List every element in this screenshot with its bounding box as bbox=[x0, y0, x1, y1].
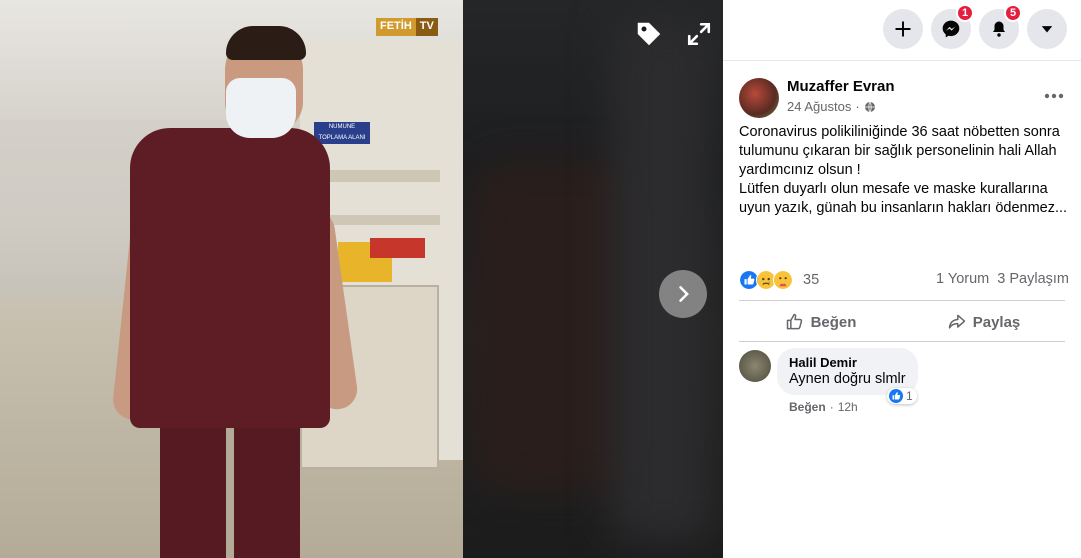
post-text-line: Lütfen duyarlı olun mesafe ve maske kura… bbox=[739, 181, 1068, 216]
comment-item: Halil Demir Aynen doğru slmlr 1 Beğen · … bbox=[739, 348, 1069, 418]
post-actions: Beğen Paylaş bbox=[739, 303, 1065, 341]
post-date[interactable]: 24 Ağustos bbox=[787, 99, 851, 114]
author-avatar[interactable] bbox=[739, 78, 779, 118]
account-menu-button[interactable] bbox=[1027, 9, 1067, 49]
comment-like-button[interactable]: Beğen bbox=[789, 400, 826, 414]
comment-time[interactable]: 12h bbox=[838, 400, 858, 414]
reactions-summary: 35 1 Yorum 3 Paylaşım bbox=[739, 268, 1069, 292]
commenter-name[interactable]: Halil Demir bbox=[789, 355, 906, 370]
reaction-count[interactable]: 35 bbox=[803, 272, 819, 288]
reaction-icons[interactable] bbox=[739, 270, 793, 290]
next-photo-button[interactable] bbox=[659, 270, 707, 318]
care-reaction-icon bbox=[773, 270, 793, 290]
globe-icon bbox=[864, 101, 875, 112]
comment-like-count: 1 bbox=[906, 389, 913, 403]
create-button[interactable] bbox=[883, 9, 923, 49]
author-name[interactable]: Muzaffer Evran bbox=[787, 78, 895, 95]
top-bar: 1 5 bbox=[723, 0, 1081, 61]
post-text: Coronavirus polikiliniğinde 36 saat nöbe… bbox=[739, 123, 1069, 218]
notifications-button[interactable]: 5 bbox=[979, 4, 1022, 49]
post-panel: 1 5 Muzaffer Evran 24 Ağustos · Coronavi… bbox=[723, 0, 1081, 558]
divider bbox=[739, 300, 1065, 301]
thumbs-up-icon bbox=[786, 313, 802, 330]
wall-sign: NUMUNE TOPLAMA ALANI bbox=[314, 122, 370, 144]
photo-viewer: NUMUNE TOPLAMA ALANI FETİH TV bbox=[0, 0, 723, 558]
bell-icon bbox=[993, 21, 1005, 37]
like-reaction-icon bbox=[889, 389, 903, 403]
expand-icon[interactable] bbox=[683, 18, 715, 50]
comment-text: Aynen doğru slmlr bbox=[789, 371, 906, 387]
messenger-icon bbox=[942, 20, 960, 38]
post-header: Muzaffer Evran 24 Ağustos · bbox=[739, 76, 1069, 120]
tag-icon[interactable] bbox=[633, 18, 665, 50]
commenter-avatar[interactable] bbox=[739, 350, 771, 382]
share-button[interactable]: Paylaş bbox=[902, 303, 1065, 341]
caret-down-icon bbox=[1041, 26, 1053, 33]
more-options-button[interactable] bbox=[1039, 84, 1069, 108]
messenger-badge: 1 bbox=[956, 4, 974, 22]
chevron-right-icon bbox=[679, 286, 689, 302]
post-photo[interactable]: NUMUNE TOPLAMA ALANI FETİH TV bbox=[0, 0, 463, 558]
divider bbox=[739, 341, 1065, 342]
plus-icon bbox=[895, 21, 911, 37]
comment-reaction-badge[interactable]: 1 bbox=[887, 388, 917, 404]
comments-count[interactable]: 1 Yorum bbox=[936, 271, 989, 287]
notifications-badge: 5 bbox=[1004, 4, 1022, 22]
like-button[interactable]: Beğen bbox=[739, 303, 902, 341]
post-meta: 24 Ağustos · bbox=[787, 99, 876, 114]
shares-count[interactable]: 3 Paylaşım bbox=[997, 271, 1069, 287]
share-icon bbox=[948, 314, 965, 329]
post-text-line: Coronavirus polikiliniğinde 36 saat nöbe… bbox=[739, 124, 1060, 178]
messenger-button[interactable]: 1 bbox=[931, 4, 974, 49]
comment-actions: Beğen · 12h bbox=[789, 400, 858, 414]
ellipsis-icon bbox=[1044, 93, 1064, 99]
watermark-logo: FETİH TV bbox=[376, 18, 438, 36]
